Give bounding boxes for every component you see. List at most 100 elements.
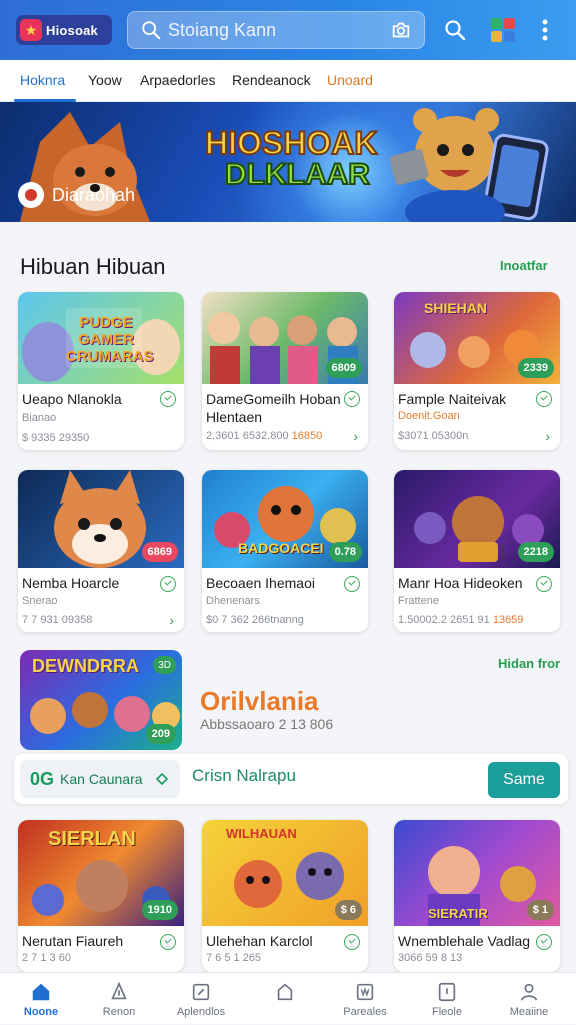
grid-apps-button[interactable] [488,15,518,45]
chevron-right-icon[interactable]: › [169,612,174,628]
promo-title: Orilvlania [200,686,319,716]
promo-link[interactable]: Hidan fror [498,656,560,671]
game-meta: $0 7 362 266tnanng [206,614,304,626]
camera-icon[interactable] [390,19,412,41]
thumbnail-title: BADGOACEI [238,540,324,556]
check-circle-icon [344,934,360,950]
banner-title-1: HIOSHOAK [205,125,377,161]
game-title: Ueapo Nlanokla [22,391,122,407]
check-circle-icon [160,576,176,592]
game-title: Nemba Hoarcle [22,575,120,591]
game-title: Wnemblehale Vadlag [398,933,531,949]
nav-meaiine[interactable]: Meaiine [488,973,570,1025]
nav-bag[interactable] [244,973,326,1025]
section-see-all-link[interactable]: Inoatfar [500,258,548,273]
game-thumbnail: 2218 [394,470,560,568]
game-developer: Doenit.Goan [398,410,460,422]
banner-badge-label: Diaraohah [52,184,136,205]
check-circle-icon [160,391,176,407]
game-developer: Bianao [22,412,57,424]
game-meta: 2,3601 6532.800 16850 [206,430,323,442]
game-thumbnail: PUDGE GAMER CRUMARAS [18,292,184,384]
bottom-navigation: Noone Renon Aplendlos Pareales Fleole Me… [0,972,576,1024]
search-placeholder: Stoiang Kann [168,19,277,40]
game-card[interactable]: WILHAUAN $ 6 Ulehehan Karclol 7 6 5 1 26… [202,820,368,972]
tab-unoard[interactable]: Unoard [327,72,373,88]
game-thumbnail: WILHAUAN $ 6 [202,820,368,926]
game-thumbnail: 6809 [202,292,368,384]
game-card[interactable]: 6869 Nemba Hoarcle Snerao 7 7 931 09358 … [18,470,184,632]
chevron-right-icon[interactable]: › [545,428,550,444]
game-title: Manr Hoa Hideoken [398,575,523,591]
tab-yoow[interactable]: Yoow [88,72,122,88]
game-card[interactable]: BADGOACEI 0.78 Becoaen Ihemaoi Dhenenars… [202,470,368,632]
thumbnail-title: WILHAUAN [226,826,297,841]
tag-icon [155,772,168,786]
game-card[interactable]: 6809 DameGomeilh Hoban Hlentaen 2,3601 6… [202,292,368,450]
more-menu-button[interactable] [530,15,560,45]
game-title: Nerutan Fiaureh [22,933,124,949]
chevron-right-icon[interactable]: › [353,428,358,444]
nav-fleole[interactable]: Fleole [406,973,488,1025]
game-thumbnail: BADGOACEI 0.78 [202,470,368,568]
game-title: Fample Naiteivak [398,391,507,407]
bag-icon [277,983,293,1001]
rating-badge: 6869 [141,542,178,562]
hero-banner[interactable]: HIOSHOAK DLKLAAR Diaraohah [0,102,576,222]
game-thumbnail: 6869 [18,470,184,568]
game-card[interactable]: SIERATIR $ 1 Wnemblehale Vadlag 3066 59 … [394,820,560,972]
game-meta: 2 7 1 3 60 [22,952,71,964]
nav-home[interactable]: Noone [0,973,82,1025]
category-tabs: Hoknra Yoow Arpaedorles Rendeanock Unoar… [0,60,576,102]
rating-badge: 2339 [517,358,554,378]
filter-chip[interactable]: 0G Kan Caunara [20,760,180,798]
game-card[interactable]: SHIEHAN 2339 Fample Naiteivak Doenit.Goa… [394,292,560,450]
game-thumbnail: SIERLAN 1910 [18,820,184,926]
more-vertical-icon [542,19,548,41]
save-button[interactable]: Same [488,762,560,798]
check-circle-icon [160,934,176,950]
action-bar: 0G Kan Caunara Crisn Nalrapu Same [14,754,568,804]
tablet-icon [438,982,456,1002]
game-title: Ulehehan Karclol [206,933,313,949]
game-title: Becoaen Ihemaoi [206,575,315,591]
nav-label: Fleole [432,1006,462,1018]
section-title: Hibuan Hibuan [20,254,166,279]
grid-apps-icon [491,18,515,42]
rating-badge: $ 6 [334,900,362,920]
rating-badge: 2218 [517,542,554,562]
text-input[interactable]: Crisn Nalrapu [192,766,296,786]
search-button[interactable] [440,15,470,45]
tab-rendeanock[interactable]: Rendeanock [232,72,311,88]
game-developer: Snerao [22,595,58,607]
nav-aplendlos[interactable]: Aplendlos [160,973,242,1025]
tab-arpaedorles[interactable]: Arpaedorles [140,72,216,88]
rating-badge: $ 1 [526,900,554,920]
game-card[interactable]: 2218 Manr Hoa Hideoken Frattene 1.50002.… [394,470,560,632]
rating-badge: 6809 [325,358,362,378]
banner-badge[interactable]: Diaraohah [18,182,135,208]
nav-renon[interactable]: Renon [78,973,160,1025]
nav-label: Meaiine [509,1006,549,1018]
bell-icon [111,981,127,1000]
top-app-bar: ★ Hiosoak Stoiang Kann [0,0,576,60]
game-meta: 1.50002.2 2651 91 13659 [398,614,524,626]
check-circle-icon [536,576,552,592]
rating-badge: 0.78 [328,542,362,562]
app-logo[interactable]: ★ Hiosoak [16,15,112,45]
check-circle-icon [344,576,360,592]
nav-pareales[interactable]: Pareales [324,973,406,1025]
thumbnail-title: PUDGE GAMER CRUMARAS [66,314,154,365]
tab-hoknra[interactable]: Hoknra [20,72,65,88]
game-card[interactable]: PUDGE GAMER CRUMARAS Ueapo Nlanokla Bian… [18,292,184,450]
promo-thumbnail[interactable]: DEWNDRRA 3D 209 [20,650,182,750]
game-meta: 7 7 931 09358 [22,614,93,626]
search-bar[interactable]: Stoiang Kann [127,11,425,49]
chart-icon [356,983,374,1001]
game-card[interactable]: SIERLAN 1910 Nerutan Fiaureh 2 7 1 3 60 [18,820,184,972]
game-meta: $3071 05300n [398,430,469,442]
thumbnail-title: SHIEHAN [424,300,488,316]
record-icon [18,182,44,208]
rating-badge: 209 [145,724,176,744]
nav-label: Aplendlos [176,1006,226,1018]
